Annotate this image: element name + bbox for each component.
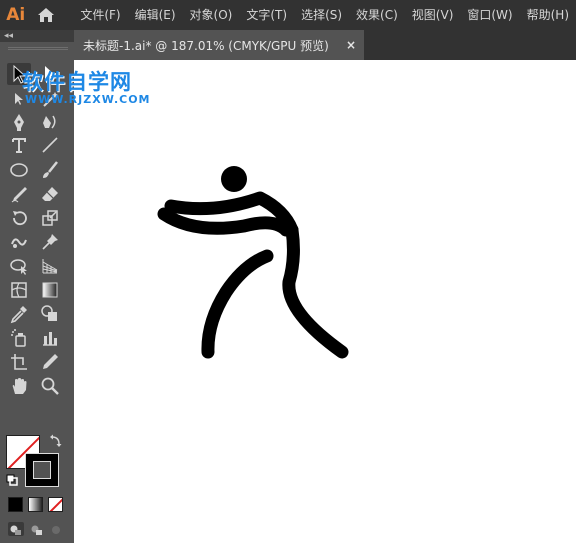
pen-tool[interactable] xyxy=(7,111,31,133)
document-tab[interactable]: 未标题-1.ai* @ 187.01% (CMYK/GPU 预览) × xyxy=(74,30,364,60)
panel-grip[interactable] xyxy=(8,47,68,50)
eraser-tool[interactable] xyxy=(38,183,62,205)
gradient-mode-button[interactable] xyxy=(28,497,43,512)
artboard-tool-icon xyxy=(11,354,27,370)
line-segment-tool-icon xyxy=(42,137,58,153)
ellipse-tool[interactable] xyxy=(7,159,31,181)
swap-fill-stroke-icon[interactable] xyxy=(49,434,63,448)
stick-figure-artwork[interactable] xyxy=(74,60,576,543)
scale-tool[interactable] xyxy=(38,207,62,229)
mesh-tool-icon xyxy=(11,282,27,298)
menu-help[interactable]: 帮助(H) xyxy=(520,0,576,30)
menu-window[interactable]: 窗口(W) xyxy=(460,0,519,30)
zoom-tool-icon xyxy=(41,377,59,395)
draw-behind-button[interactable] xyxy=(28,522,44,536)
stroke-swatch-inner xyxy=(33,461,51,479)
warp-tool[interactable] xyxy=(7,231,31,253)
draw-inside-button[interactable] xyxy=(48,522,64,536)
line-segment-tool[interactable] xyxy=(38,134,62,156)
hand-tool[interactable] xyxy=(7,375,31,397)
menu-select[interactable]: 选择(S) xyxy=(294,0,349,30)
puppet-warp-tool[interactable] xyxy=(38,231,62,253)
watermark-title: 软件自学网 xyxy=(22,70,132,94)
menu-type[interactable]: 文字(T) xyxy=(239,0,294,30)
curvature-tool[interactable] xyxy=(38,111,62,133)
draw-normal-icon xyxy=(10,525,21,535)
free-transform-tool-icon xyxy=(10,259,27,275)
symbol-sprayer-tool-icon xyxy=(11,329,26,347)
figure-body-back-leg xyxy=(282,223,349,359)
hand-tool-icon xyxy=(12,378,27,394)
gradient-tool-icon xyxy=(42,282,58,298)
pen-tool-icon xyxy=(14,114,24,131)
home-icon xyxy=(38,8,55,22)
artboard-tool[interactable] xyxy=(7,351,31,373)
shape-builder-tool-icon xyxy=(41,305,57,321)
menu-object[interactable]: 对象(O) xyxy=(183,0,240,30)
mesh-tool[interactable] xyxy=(7,279,31,301)
draw-behind-icon xyxy=(31,525,42,535)
menu-view[interactable]: 视图(V) xyxy=(405,0,461,30)
slice-tool-icon xyxy=(43,354,58,369)
gradient-tool[interactable] xyxy=(38,279,62,301)
paintbrush-tool[interactable] xyxy=(38,159,62,181)
type-tool[interactable] xyxy=(7,134,31,156)
tools-panel-header: ◂◂ xyxy=(0,30,74,42)
free-transform-tool[interactable] xyxy=(7,255,31,277)
document-tab-title: 未标题-1.ai* @ 187.01% (CMYK/GPU 预览) xyxy=(83,38,329,53)
default-fill-stroke-icon[interactable] xyxy=(6,474,18,486)
figure-head xyxy=(221,166,247,192)
shape-builder-tool[interactable] xyxy=(38,303,62,325)
menu-effect[interactable]: 效果(C) xyxy=(349,0,405,30)
perspective-grid-tool-icon xyxy=(42,259,58,274)
paintbrush-tool-icon xyxy=(43,161,58,178)
collapse-panel-button[interactable]: ◂◂ xyxy=(4,30,13,42)
draw-inside-icon xyxy=(52,526,60,534)
illustrator-window: Ai 文件(F) 编辑(E) 对象(O) 文字(T) 选择(S) 效果(C) 视… xyxy=(0,0,576,543)
home-button[interactable] xyxy=(32,0,62,30)
column-graph-tool-icon xyxy=(43,332,57,346)
draw-normal-button[interactable] xyxy=(8,522,24,536)
slice-tool[interactable] xyxy=(38,351,62,373)
close-tab-button[interactable]: × xyxy=(346,38,356,52)
menu-items: 文件(F) 编辑(E) 对象(O) 文字(T) 选择(S) 效果(C) 视图(V… xyxy=(73,0,576,30)
rotate-tool[interactable] xyxy=(7,207,31,229)
curvature-tool-icon xyxy=(43,115,56,129)
warp-tool-icon xyxy=(11,238,27,248)
document-tab-strip: 未标题-1.ai* @ 187.01% (CMYK/GPU 预览) × xyxy=(74,30,576,60)
column-graph-tool[interactable] xyxy=(38,327,62,349)
scale-tool-icon xyxy=(42,210,58,226)
shaper-tool[interactable] xyxy=(7,183,31,205)
ellipse-tool-icon xyxy=(10,163,28,177)
watermark: 软件自学网 WWW.RJZXW.COM xyxy=(22,66,172,110)
menu-file[interactable]: 文件(F) xyxy=(73,0,127,30)
figure-front-leg xyxy=(201,249,274,359)
eyedropper-tool-icon xyxy=(10,306,27,324)
color-mode-button[interactable] xyxy=(8,497,23,512)
type-tool-icon xyxy=(12,138,26,153)
none-icon xyxy=(49,498,62,511)
artboard-canvas[interactable] xyxy=(74,60,576,543)
watermark-url: WWW.RJZXW.COM xyxy=(25,93,151,106)
rotate-tool-icon xyxy=(13,211,27,226)
eyedropper-tool[interactable] xyxy=(7,303,31,325)
perspective-grid-tool[interactable] xyxy=(38,255,62,277)
none-mode-button[interactable] xyxy=(48,497,63,512)
stroke-color-swatch[interactable] xyxy=(25,453,59,487)
app-logo: Ai xyxy=(6,5,26,25)
zoom-tool[interactable] xyxy=(38,375,62,397)
figure-arm-lower xyxy=(157,207,293,237)
puppet-warp-tool-icon xyxy=(42,234,58,250)
eraser-tool-icon xyxy=(42,187,58,201)
menu-edit[interactable]: 编辑(E) xyxy=(128,0,183,30)
shaper-tool-icon xyxy=(11,187,27,203)
symbol-sprayer-tool[interactable] xyxy=(7,327,31,349)
menu-bar: Ai 文件(F) 编辑(E) 对象(O) 文字(T) 选择(S) 效果(C) 视… xyxy=(0,0,576,30)
